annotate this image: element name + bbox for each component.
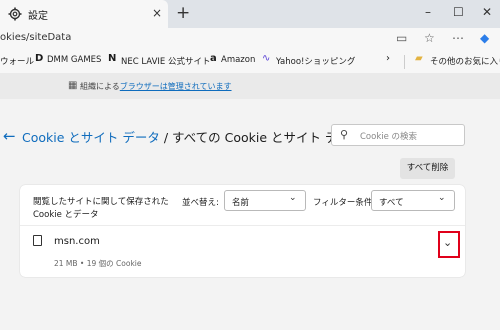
more-icon[interactable]: ⋯ <box>452 31 464 45</box>
chevron-down-icon: ⌄ <box>438 193 446 203</box>
favorites-icon[interactable]: ☆ <box>424 31 435 45</box>
divider <box>404 55 405 69</box>
managed-text: 組織によるブラウザーは管理されています <box>80 81 232 92</box>
search-placeholder: Cookie の検索 <box>360 132 418 142</box>
gear-icon <box>8 7 22 21</box>
site-meta: 21 MB • 19 個の Cookie <box>54 259 142 268</box>
building-icon: ▦ <box>68 80 78 91</box>
chevron-right-icon[interactable]: › <box>386 53 390 64</box>
bookmark-item[interactable]: Amazon <box>221 55 255 65</box>
breadcrumb-link[interactable]: Cookie とサイト データ <box>22 130 160 145</box>
chevron-down-icon: ⌄ <box>443 236 453 249</box>
nec-icon: N <box>108 53 117 64</box>
bookmark-folder-other[interactable]: その他のお気に入り <box>430 55 500 67</box>
dmm-icon: D <box>35 53 44 64</box>
managed-link[interactable]: ブラウザーは管理されています <box>120 82 232 91</box>
search-icon: ⚲ <box>340 128 349 141</box>
maximize-button[interactable]: ☐ <box>453 5 464 19</box>
chevron-down-icon: ⌄ <box>289 193 297 203</box>
close-window-button[interactable]: ✕ <box>482 5 492 19</box>
bookmark-item[interactable]: NEC LAVIE 公式サイト <box>121 55 210 67</box>
yahoo-icon: ∿ <box>262 53 271 64</box>
tab-title: 設定 <box>28 11 48 22</box>
back-arrow-icon[interactable]: ← <box>3 127 16 145</box>
amazon-icon: a <box>210 53 217 64</box>
tab-close-icon[interactable]: × <box>152 6 162 20</box>
sort-value: 名前 <box>232 198 250 208</box>
managed-prefix: 組織による <box>80 82 120 91</box>
site-name: msn.com <box>54 236 100 247</box>
file-icon <box>33 235 42 246</box>
divider <box>20 225 465 226</box>
minimize-button[interactable]: – <box>425 5 431 19</box>
breadcrumb: Cookie とサイト データ / すべての Cookie とサイト データ <box>22 127 363 146</box>
reader-view-icon[interactable]: ▭ <box>396 31 407 45</box>
tab-settings[interactable] <box>0 0 168 28</box>
breadcrumb-separator: / <box>159 130 173 145</box>
clear-all-button[interactable]: すべて削除 <box>400 158 455 179</box>
card-description: 閲覧したサイトに関して保存された Cookie とデータ <box>33 197 169 220</box>
sort-label: 並べ替え: <box>182 198 219 208</box>
bookmark-item[interactable]: DMM GAMES <box>47 55 101 65</box>
bookmark-item[interactable]: ウォール <box>0 55 34 67</box>
copilot-icon[interactable]: ◆ <box>480 31 489 45</box>
filter-value: すべて <box>379 198 404 208</box>
filter-label: フィルター条件: <box>313 198 376 208</box>
new-tab-button[interactable]: + <box>176 3 190 23</box>
bookmark-item[interactable]: Yahoo!ショッピング <box>276 55 355 67</box>
folder-icon: ▰ <box>415 53 423 64</box>
url-text[interactable]: okies/siteData <box>0 32 71 43</box>
